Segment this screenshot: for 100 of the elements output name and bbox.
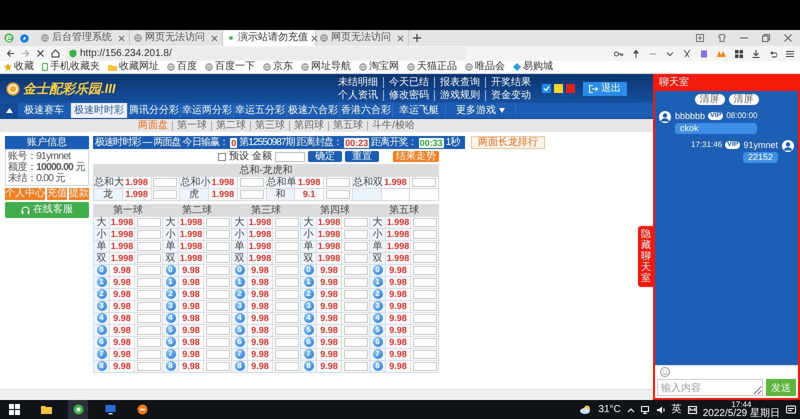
nav-tab[interactable]: 香港六合彩	[340, 103, 393, 118]
bet-amount-field[interactable]	[153, 190, 178, 199]
amount-field[interactable]	[275, 152, 305, 162]
input-method[interactable]: 英	[672, 404, 682, 415]
bet-amount-field[interactable]	[136, 242, 160, 251]
nav-tab[interactable]: 极速时时彩	[71, 103, 128, 118]
bookmark-link[interactable]: 唯品会	[465, 61, 505, 73]
message-field[interactable]: 输入内容	[657, 379, 763, 396]
bet-amount-field[interactable]	[412, 350, 436, 359]
nav-tab[interactable]: 腾讯分分彩	[128, 103, 181, 118]
bet-amount-field[interactable]	[412, 242, 436, 251]
bet-amount-field[interactable]	[344, 302, 368, 311]
bookmark-link[interactable]: 收藏网址	[108, 61, 159, 73]
bet-amount-field[interactable]	[153, 178, 178, 187]
theme-swatch[interactable]	[554, 84, 563, 93]
scroll-bar[interactable]	[0, 389, 653, 400]
apps-icon[interactable]	[735, 50, 743, 58]
bet-amount-field[interactable]	[344, 314, 368, 323]
bet-amount-field[interactable]	[206, 278, 230, 287]
volume-icon[interactable]	[656, 406, 666, 414]
undo-icon[interactable]	[769, 50, 777, 58]
bet-amount-field[interactable]	[344, 338, 368, 347]
nav-tab[interactable]: 幸运五分彩	[234, 103, 287, 118]
clock-time[interactable]: 17:44	[731, 400, 752, 409]
bet-amount-field[interactable]	[344, 254, 368, 263]
bookmark-link[interactable]: 天猫正品	[407, 61, 457, 73]
bet-amount-field[interactable]	[274, 314, 298, 323]
bet-amount-field[interactable]	[274, 350, 298, 359]
hide-chat-tab[interactable]: 隐藏聊天室	[638, 226, 654, 287]
bet-amount-field[interactable]	[206, 314, 230, 323]
nav-tab[interactable]: 幸运两分彩	[181, 103, 234, 118]
network-icon[interactable]	[640, 406, 651, 414]
subnav-tab[interactable]: 第四球	[289, 120, 328, 130]
book-icon[interactable]	[700, 50, 708, 58]
bet-amount-field[interactable]	[206, 326, 230, 335]
chevron-down-icon[interactable]	[666, 50, 674, 58]
menu-icon[interactable]	[786, 50, 794, 58]
bet-amount-field[interactable]	[344, 290, 368, 299]
close-icon[interactable]	[118, 34, 125, 42]
site-logo[interactable]: 金士配彩乐园.III	[23, 80, 116, 98]
header-link[interactable]: 个人资讯	[333, 90, 383, 100]
pin-icon[interactable]	[632, 50, 640, 58]
header-link[interactable]: 资金变动	[485, 90, 536, 100]
bet-amount-field[interactable]	[136, 290, 160, 299]
bookmark-link[interactable]: 京东	[263, 61, 293, 73]
bet-amount-field[interactable]	[274, 338, 298, 347]
nav-tab[interactable]: 更多游戏	[446, 103, 516, 118]
header-link[interactable]: 游戏规则	[434, 90, 485, 100]
bet-amount-field[interactable]	[274, 266, 298, 275]
bet-amount-field[interactable]	[412, 338, 436, 347]
split-screen-icon[interactable]	[696, 34, 704, 42]
key-icon[interactable]	[614, 50, 623, 58]
bet-amount-field[interactable]	[412, 290, 436, 299]
bet-amount-field[interactable]	[344, 350, 368, 359]
collapse-icon[interactable]	[6, 108, 12, 113]
bet-amount-field[interactable]	[240, 178, 264, 187]
forward-icon[interactable]	[21, 49, 30, 58]
bet-amount-field[interactable]	[206, 218, 230, 227]
bet-amount-field[interactable]	[274, 362, 298, 371]
bet-amount-field[interactable]	[412, 362, 436, 371]
new-tab-icon[interactable]	[413, 34, 421, 42]
bet-amount-field[interactable]	[274, 254, 298, 263]
bet-amount-field[interactable]	[206, 242, 230, 251]
bet-amount-field[interactable]	[344, 218, 368, 227]
subnav-tab[interactable]: 第二球	[211, 120, 250, 130]
folder-icon[interactable]	[40, 404, 52, 415]
bet-amount-field[interactable]	[274, 326, 298, 335]
shirt-icon[interactable]	[718, 34, 726, 42]
header-link[interactable]: 开奖结果	[485, 76, 536, 88]
bet-amount-field[interactable]	[206, 362, 230, 371]
header-link[interactable]: 修改密码	[383, 90, 434, 100]
bookmark-link[interactable]: 收藏	[4, 61, 34, 73]
nav-tab[interactable]: 极速六合彩	[287, 103, 340, 118]
refresh-label[interactable]: 1秒	[446, 137, 460, 148]
reset-button[interactable]: 重置	[345, 151, 379, 162]
theme-swatch[interactable]	[566, 84, 575, 93]
bet-amount-field[interactable]	[412, 278, 436, 287]
bet-amount-field[interactable]	[206, 302, 230, 311]
bet-amount-field[interactable]	[412, 178, 436, 187]
bookmark-link[interactable]: 百度一下	[205, 61, 255, 73]
bet-amount-field[interactable]	[344, 278, 368, 287]
bet-amount-field[interactable]	[326, 190, 350, 199]
header-link[interactable]: 未结明细	[333, 76, 383, 88]
bet-amount-field[interactable]	[274, 302, 298, 311]
close-icon[interactable]	[311, 34, 318, 42]
bet-amount-field[interactable]	[206, 266, 230, 275]
back-icon[interactable]	[6, 49, 15, 58]
bet-amount-field[interactable]	[274, 290, 298, 299]
header-link[interactable]: 报表查询	[434, 76, 485, 88]
bet-amount-field[interactable]	[344, 326, 368, 335]
bet-amount-field[interactable]	[136, 350, 160, 359]
bet-amount-field[interactable]	[136, 254, 160, 263]
subnav-tab[interactable]: 第三球	[250, 120, 290, 130]
app-icon[interactable]	[136, 404, 148, 415]
bet-amount-field[interactable]	[136, 314, 160, 323]
bet-amount-field[interactable]	[206, 350, 230, 359]
nav-tab[interactable]: 幸运飞艇	[393, 103, 446, 118]
bookmark-link[interactable]: 百度	[167, 61, 197, 73]
bet-amount-field[interactable]	[136, 278, 160, 287]
subnav-tab[interactable]: 斗牛/梭哈	[367, 120, 419, 130]
